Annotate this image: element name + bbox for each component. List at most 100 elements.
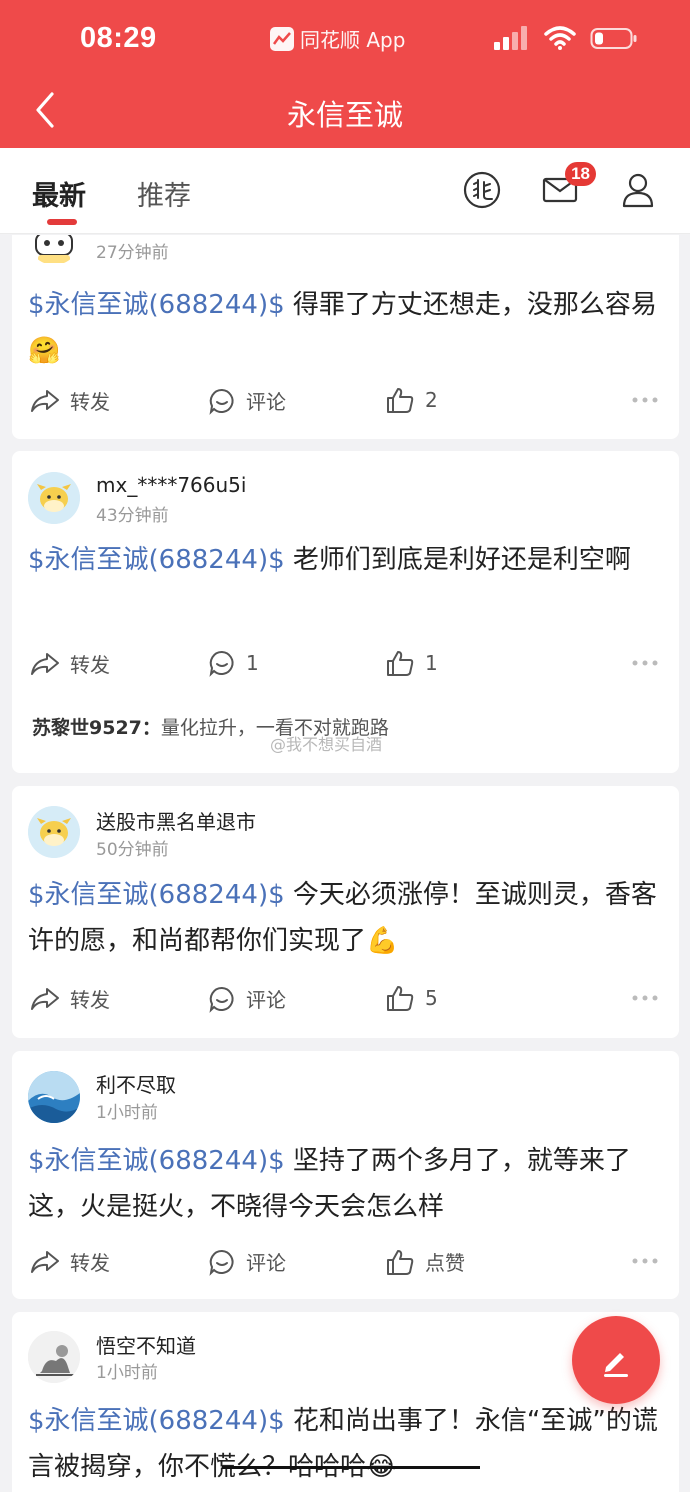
thumbs-up-icon (387, 1249, 414, 1275)
like-button[interactable]: 1 (385, 649, 438, 677)
thumbs-up-icon (387, 986, 414, 1011)
post-time: 50分钟前 (96, 840, 169, 860)
post-time: 1小时前 (96, 1363, 158, 1383)
post-content[interactable]: $永信至诚(688244)$ 坚持了两个多月了，就等来了这，火是挺火，不晓得今天… (28, 1138, 668, 1230)
battery-icon (590, 28, 637, 49)
post-time: 43分钟前 (96, 506, 169, 526)
more-button[interactable] (631, 994, 659, 1002)
compose-post-button[interactable] (572, 1316, 660, 1404)
share-icon (31, 1250, 59, 1273)
post-actions: 转发 评论 点赞 (12, 1247, 679, 1287)
avatar[interactable] (28, 472, 80, 524)
post-card[interactable]: 利不尽取 1小时前 $永信至诚(688244)$ 坚持了两个多月了，就等来了这，… (12, 1051, 679, 1299)
share-label: 转发 (70, 653, 110, 677)
like-button[interactable]: 2 (385, 386, 438, 414)
status-app-indicator[interactable]: 同花顺 App (270, 24, 405, 53)
avatar[interactable] (28, 235, 80, 265)
stock-circle-icon (463, 171, 501, 209)
app-logo-icon (270, 26, 294, 51)
comment-button[interactable]: 评论 (208, 1247, 286, 1276)
share-button[interactable]: 转发 (30, 649, 110, 678)
stock-tag-link[interactable]: $永信至诚(688244)$ (28, 880, 285, 910)
username[interactable]: 悟空不知道 (96, 1330, 196, 1359)
like-label: 点赞 (425, 1251, 465, 1275)
share-button[interactable]: 转发 (30, 1247, 110, 1276)
more-dots-icon (632, 995, 658, 1001)
post-time: 1小时前 (96, 1103, 158, 1123)
inbox-badge: 18 (565, 162, 596, 186)
avatar[interactable] (28, 806, 80, 858)
more-button[interactable] (631, 659, 659, 667)
comment-icon (209, 1249, 234, 1276)
avatar[interactable] (28, 1331, 80, 1383)
comment-button[interactable]: 评论 (208, 984, 286, 1013)
comment-count: 1 (246, 651, 259, 675)
comment-label: 评论 (246, 988, 286, 1012)
username[interactable]: 送股市黑名单退市 (96, 806, 256, 835)
post-card[interactable]: 送股市黑名单退市 50分钟前 $永信至诚(688244)$ 今天必须涨停！至诚则… (12, 786, 679, 1038)
cow-avatar-icon (28, 472, 80, 524)
ocean-wave-avatar-icon (28, 1071, 80, 1123)
comment-button[interactable]: 1 (208, 649, 259, 677)
more-dots-icon (632, 397, 658, 403)
pencil-icon (604, 1353, 628, 1377)
post-content[interactable]: $永信至诚(688244)$ 得罪了方丈还想走，没那么容易 🤗 (28, 282, 668, 374)
stock-tag-link[interactable]: $永信至诚(688244)$ (28, 1406, 285, 1436)
page-title: 永信至诚 (286, 98, 403, 132)
comment-label: 评论 (246, 1251, 286, 1275)
comment-icon (209, 650, 234, 677)
share-icon (31, 652, 59, 675)
like-button[interactable]: 5 (385, 984, 438, 1012)
post-card[interactable]: 27分钟前 $永信至诚(688244)$ 得罪了方丈还想走，没那么容易 🤗 转发 … (12, 235, 679, 439)
tab-latest[interactable]: 最新 (32, 174, 86, 213)
profile-button[interactable] (616, 168, 660, 212)
tab-bar: 最新 推荐 18 (0, 148, 690, 234)
stock-tag-link[interactable]: $永信至诚(688244)$ (28, 290, 285, 320)
more-button[interactable] (631, 1257, 659, 1265)
more-dots-icon (632, 660, 658, 666)
active-tab-indicator (47, 219, 77, 225)
more-dots-icon (632, 1258, 658, 1264)
status-app-label: 同花顺 App (300, 28, 406, 52)
cartoon-avatar-icon (35, 235, 73, 263)
post-card[interactable]: mx_****766u5i 43分钟前 $永信至诚(688244)$ 老师们到底… (12, 451, 679, 773)
marker-underline (222, 1466, 480, 1469)
username[interactable]: 利不尽取 (96, 1069, 176, 1098)
stock-tag-link[interactable]: $永信至诚(688244)$ (28, 1146, 285, 1176)
like-button[interactable]: 点赞 (385, 1247, 465, 1276)
status-time: 08:29 (80, 22, 157, 54)
comment-label: 评论 (246, 390, 286, 414)
stock-tag-link[interactable]: $永信至诚(688244)$ (28, 545, 285, 575)
username[interactable]: mx_****766u5i (96, 473, 246, 497)
post-feed[interactable]: 27分钟前 $永信至诚(688244)$ 得罪了方丈还想走，没那么容易 🤗 转发 … (0, 235, 690, 1492)
post-actions: 转发 评论 5 (12, 984, 679, 1024)
post-content[interactable]: $永信至诚(688244)$ 老师们到底是利好还是利空啊 (28, 537, 668, 583)
more-button[interactable] (631, 396, 659, 404)
cow-avatar-icon (28, 806, 80, 858)
share-button[interactable]: 转发 (30, 984, 110, 1013)
wifi-icon (544, 26, 576, 50)
post-text: 得罪了方丈还想走，没那么容易 (284, 290, 657, 320)
comment-icon (209, 986, 234, 1013)
topic-button[interactable] (460, 168, 504, 212)
like-count: 1 (425, 651, 438, 675)
post-time: 27分钟前 (96, 243, 169, 263)
post-text: 老师们到底是利好还是利空啊 (284, 545, 631, 575)
comment-button[interactable]: 评论 (208, 386, 286, 415)
user-icon (622, 173, 654, 208)
header-actions: 18 (460, 162, 660, 212)
inbox-button[interactable]: 18 (538, 162, 596, 212)
weibo-watermark: @我不想买自酒 (270, 735, 383, 754)
share-label: 转发 (70, 390, 110, 414)
avatar[interactable] (28, 1071, 80, 1123)
share-icon (31, 389, 59, 412)
thumbs-up-icon (387, 388, 414, 413)
tab-recommend[interactable]: 推荐 (137, 174, 191, 213)
reply-author[interactable]: 苏黎世9527： (32, 717, 161, 739)
post-content[interactable]: $永信至诚(688244)$ 花和尚出事了！永信“至诚”的谎言被揭穿，你不慌么？… (28, 1398, 668, 1490)
post-content[interactable]: $永信至诚(688244)$ 今天必须涨停！至诚则灵，香客许的愿，和尚都帮你们实… (28, 872, 668, 964)
share-icon (31, 987, 59, 1010)
hug-emoji: 🤗 (28, 336, 61, 366)
share-button[interactable]: 转发 (30, 386, 110, 415)
status-icons (494, 26, 638, 50)
